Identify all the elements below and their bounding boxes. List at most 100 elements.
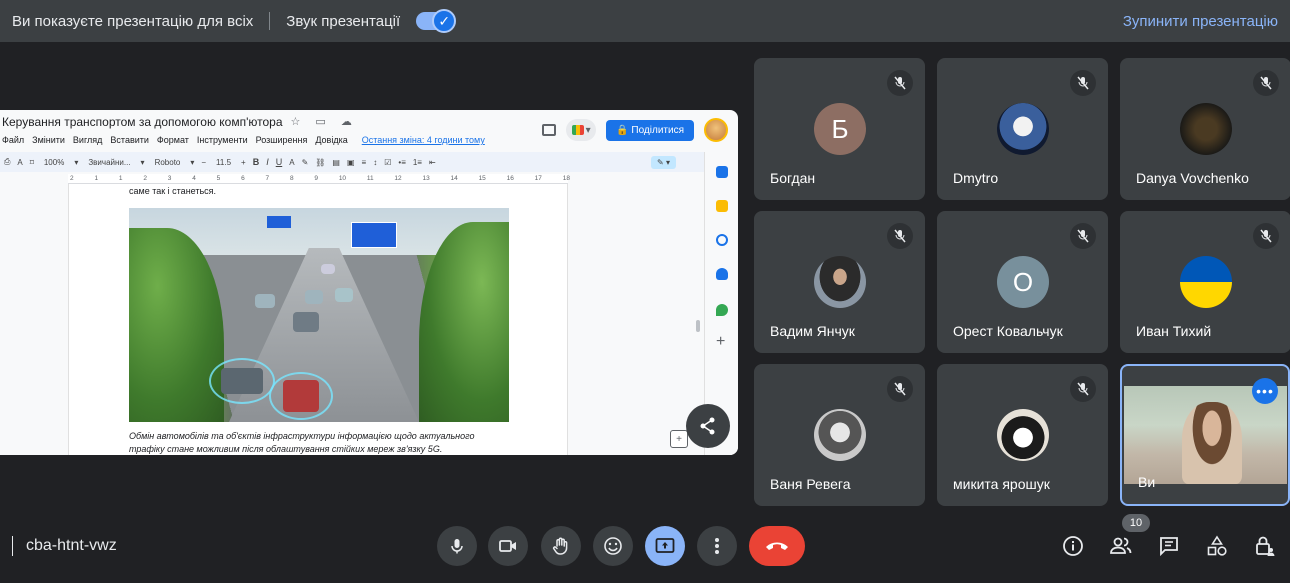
editing-mode-icon[interactable]: ✎ ▾ <box>651 155 676 169</box>
meeting-code: cba-htnt-vwz <box>12 536 117 556</box>
ruler-tick: 16 <box>506 175 514 182</box>
reactions-button[interactable] <box>593 526 633 566</box>
last-edit-link[interactable]: Остання зміна: 4 години тому <box>362 135 485 145</box>
doc-title[interactable]: Керування транспортом за допомогою комп'… <box>2 115 283 129</box>
avatar <box>997 409 1049 461</box>
participant-tile[interactable]: Б Богдан <box>754 58 925 200</box>
star-icon[interactable]: ☆ ▭ ☁ <box>291 115 358 128</box>
hand-icon <box>552 537 568 555</box>
image-icon[interactable]: ▣ <box>347 158 355 167</box>
image-caption: Обмін автомобілів та об'єктів інфраструк… <box>129 431 475 454</box>
menu-view[interactable]: Вигляд <box>73 135 103 145</box>
host-controls-button[interactable] <box>1253 534 1277 558</box>
participant-name: Ви <box>1138 474 1156 490</box>
avatar: Б <box>814 103 866 155</box>
participant-name: Dmytro <box>953 170 999 186</box>
add-addon-icon[interactable]: + <box>716 334 728 350</box>
menu-tools[interactable]: Інструменти <box>197 135 248 145</box>
menu-file[interactable]: Файл <box>2 135 24 145</box>
ruler-ticks: 2 1 1 2 3 4 5 6 7 8 9 10 11 12 13 14 15 … <box>70 175 570 182</box>
italic-icon[interactable]: I <box>266 157 269 167</box>
indent-icon[interactable]: ⇤ <box>429 158 436 167</box>
font-size-decrease[interactable]: − <box>201 158 206 167</box>
ruler-tick: 1 <box>118 175 123 182</box>
insert-comment-icon[interactable]: ▤ <box>332 158 340 167</box>
bullet-list-icon[interactable]: •≡ <box>398 158 405 167</box>
ruler-tick: 5 <box>216 175 221 182</box>
avatar <box>814 256 866 308</box>
menu-edit[interactable]: Змінити <box>32 135 65 145</box>
tasks-icon[interactable] <box>716 234 728 246</box>
paint-format-icon[interactable]: ⌑ <box>30 158 34 167</box>
add-comment-icon[interactable]: + <box>670 430 688 448</box>
shared-screen: Керування транспортом за допомогою комп'… <box>0 110 738 455</box>
leave-call-button[interactable] <box>749 526 805 566</box>
comment-icon[interactable] <box>542 124 557 136</box>
doc-share-button[interactable]: 🔒 Поділитися <box>606 119 694 141</box>
menu-insert[interactable]: Вставити <box>110 135 149 145</box>
participant-tile[interactable]: О Орест Ковальчук <box>937 211 1108 353</box>
meeting-details-button[interactable] <box>1061 534 1085 558</box>
line-spacing-icon[interactable]: ↕ <box>373 158 377 167</box>
checklist-icon[interactable]: ☑ <box>384 158 391 167</box>
menu-help[interactable]: Довідка <box>315 135 347 145</box>
link-icon[interactable]: ⛓ <box>315 158 325 167</box>
lock-person-icon <box>1256 536 1275 556</box>
participant-tile[interactable]: микита ярошук <box>937 364 1108 506</box>
stop-presenting-button[interactable]: Зупинити презентацію <box>1123 13 1278 30</box>
contacts-icon[interactable] <box>716 268 728 280</box>
calendar-icon[interactable] <box>716 166 728 178</box>
ruler-tick: 6 <box>241 175 245 182</box>
doc-scrollbar[interactable] <box>696 320 700 332</box>
meet-button[interactable]: ▾ <box>566 119 597 141</box>
keep-icon[interactable] <box>716 200 728 212</box>
chat-button[interactable] <box>1157 534 1181 558</box>
raise-hand-button[interactable] <box>541 526 581 566</box>
participant-tile[interactable]: Иван Тихий <box>1120 211 1290 353</box>
numbered-list-icon[interactable]: 1≡ <box>413 158 422 167</box>
mic-button[interactable] <box>437 526 477 566</box>
menu-extensions[interactable]: Розширення <box>256 135 308 145</box>
doc-user-avatar[interactable] <box>704 118 728 142</box>
maps-icon[interactable] <box>716 304 728 316</box>
share-fab-button[interactable] <box>686 404 730 448</box>
doc-page[interactable]: саме так і станеться. Обмін автомобілів … <box>68 184 568 455</box>
self-tile[interactable]: ••• Ви <box>1120 364 1290 506</box>
bold-icon[interactable]: B <box>253 157 260 167</box>
chevron-down-icon: ▾ <box>74 157 79 167</box>
participant-tile[interactable]: Danya Vovchenko <box>1120 58 1290 200</box>
people-button[interactable] <box>1109 534 1133 558</box>
camera-button[interactable] <box>488 526 528 566</box>
info-icon <box>1063 536 1083 556</box>
font-size-increase[interactable]: + <box>241 158 246 167</box>
menu-format[interactable]: Формат <box>157 135 189 145</box>
underline-icon[interactable]: U <box>276 157 283 167</box>
people-icon <box>1110 537 1132 554</box>
activities-button[interactable] <box>1205 534 1229 558</box>
align-icon[interactable]: ≡ <box>362 158 367 167</box>
participant-tile[interactable]: Вадим Янчук <box>754 211 925 353</box>
zoom-select[interactable]: 100% <box>41 157 67 168</box>
present-screen-button[interactable] <box>645 526 685 566</box>
style-select[interactable]: Звичайни... <box>85 157 133 168</box>
font-select[interactable]: Roboto <box>152 157 184 168</box>
doc-image-smart-highway[interactable] <box>129 208 509 422</box>
print-icon[interactable]: ⎙ <box>4 157 10 167</box>
emoji-icon <box>604 537 622 555</box>
ruler-tick: 8 <box>289 175 294 182</box>
mic-off-icon <box>1253 223 1279 249</box>
more-options-icon[interactable]: ••• <box>1252 378 1278 404</box>
presentation-audio-toggle[interactable]: ✓ <box>416 9 457 33</box>
mic-off-icon <box>887 376 913 402</box>
text-color-icon[interactable]: A <box>289 158 294 167</box>
highlight-icon[interactable]: ✎ <box>302 158 309 167</box>
chevron-down-icon: ▾ <box>140 157 145 167</box>
participant-tile[interactable]: Ваня Ревега <box>754 364 925 506</box>
participant-name: Орест Ковальчук <box>953 323 1063 339</box>
ruler-tick: 10 <box>338 175 347 182</box>
more-options-button[interactable] <box>697 526 737 566</box>
font-size-input[interactable]: 11.5 <box>213 157 234 168</box>
spellcheck-icon[interactable]: A <box>17 158 22 167</box>
avatar <box>1180 103 1232 155</box>
participant-tile[interactable]: Dmytro <box>937 58 1108 200</box>
